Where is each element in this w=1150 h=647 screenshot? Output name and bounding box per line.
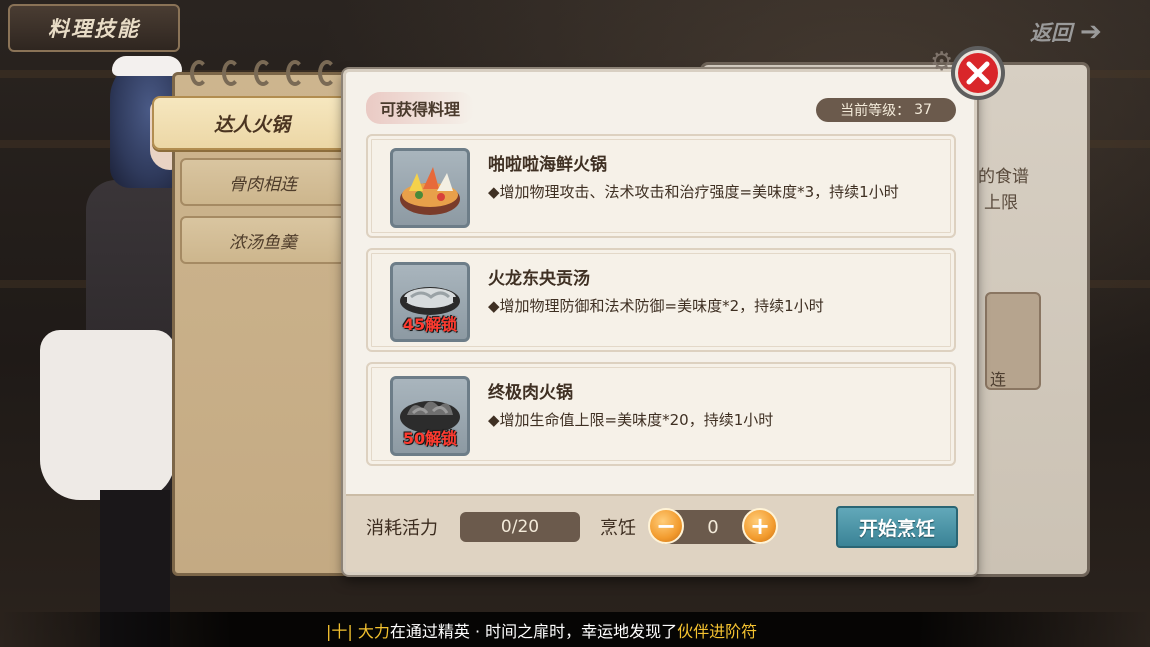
recipe-item[interactable]: 50解锁 终极肉火锅 ◆增加生命值上限=美味度*20，持续1小时 — [366, 362, 956, 466]
background-panel-text: 上限 — [984, 193, 1018, 213]
ticker-item: 伙伴进阶符 — [677, 622, 758, 641]
announcement-text: |十| 大力在通过精英 · 时间之扉时，幸运地发现了伙伴进阶符 — [326, 618, 757, 642]
level-badge: 当前等级： 37 — [816, 98, 956, 122]
ring-icon — [318, 60, 336, 86]
ring-icon — [286, 60, 304, 86]
dish-name: 火龙东央贡汤 — [488, 269, 590, 289]
section-title-text: 可获得料理 — [380, 100, 461, 119]
arrow-right-icon: ➔ — [1080, 17, 1102, 47]
tab-bone-meat[interactable]: 骨肉相连 — [180, 158, 346, 206]
stamina-cost-label: 消耗活力 — [366, 518, 438, 539]
dish-image: 50解锁 — [390, 376, 470, 456]
ticker-player: 大力 — [357, 622, 390, 641]
background-card-text: 连 — [990, 370, 1007, 389]
tab-fish-soup[interactable]: 浓汤鱼羹 — [180, 216, 346, 264]
recipe-item[interactable]: 45解锁 火龙东央贡汤 ◆增加物理防御和法术防御=美味度*2，持续1小时 — [366, 248, 956, 352]
unlock-label: 50解锁 — [402, 429, 458, 448]
dish-name: 终极肉火锅 — [488, 383, 573, 403]
dish-image — [390, 148, 470, 228]
maid-cap — [112, 56, 182, 76]
page-title-plate: 料理技能 — [8, 4, 180, 52]
ring-icon — [190, 60, 208, 86]
stamina-cost-value: 0/20 — [460, 512, 580, 542]
ticker-prefix: |十| — [326, 622, 353, 641]
level-value: 37 — [914, 102, 932, 118]
background-panel-text: 的食谱 — [978, 167, 1029, 187]
seafood-hotpot-icon — [400, 167, 460, 215]
close-icon — [951, 46, 1005, 100]
unlock-label: 45解锁 — [402, 315, 458, 334]
back-button[interactable]: 返回 ➔ — [1030, 14, 1138, 50]
maid-apron — [40, 330, 175, 500]
dish-description: ◆增加生命值上限=美味度*20，持续1小时 — [488, 411, 774, 429]
dish-description: ◆增加物理攻击、法术攻击和治疗强度=美味度*3，持续1小时 — [488, 183, 899, 201]
recipe-item[interactable]: 啪啦啦海鲜火锅 ◆增加物理攻击、法术攻击和治疗强度=美味度*3，持续1小时 — [366, 134, 956, 238]
start-cooking-button[interactable]: 开始烹饪 — [836, 506, 958, 548]
plus-button[interactable]: + — [742, 508, 778, 544]
tab-label: 达人火锅 — [213, 113, 290, 136]
cook-count-label: 烹饪 — [600, 518, 636, 539]
cook-count-value: 0 — [707, 516, 719, 538]
back-label: 返回 — [1030, 21, 1072, 45]
ring-icon — [222, 60, 240, 86]
tab-hotpot-master[interactable]: 达人火锅 — [152, 96, 352, 150]
close-button[interactable] — [948, 44, 1008, 102]
minus-button[interactable]: − — [648, 508, 684, 544]
page-title: 料理技能 — [48, 17, 140, 41]
tab-label: 浓汤鱼羹 — [229, 232, 297, 253]
ticker-message: 在通过精英 · 时间之扉时，幸运地发现了 — [389, 622, 678, 641]
cook-count-stepper: − 0 + — [648, 508, 778, 544]
notebook-rings — [190, 60, 336, 86]
ring-icon — [254, 60, 272, 86]
dish-name: 啪啦啦海鲜火锅 — [488, 155, 607, 175]
level-label: 当前等级： — [840, 103, 911, 119]
section-title: 可获得料理 — [366, 92, 475, 124]
dish-image: 45解锁 — [390, 262, 470, 342]
tab-label: 骨肉相连 — [229, 174, 297, 195]
dish-description: ◆增加物理防御和法术防御=美味度*2，持续1小时 — [488, 297, 824, 315]
